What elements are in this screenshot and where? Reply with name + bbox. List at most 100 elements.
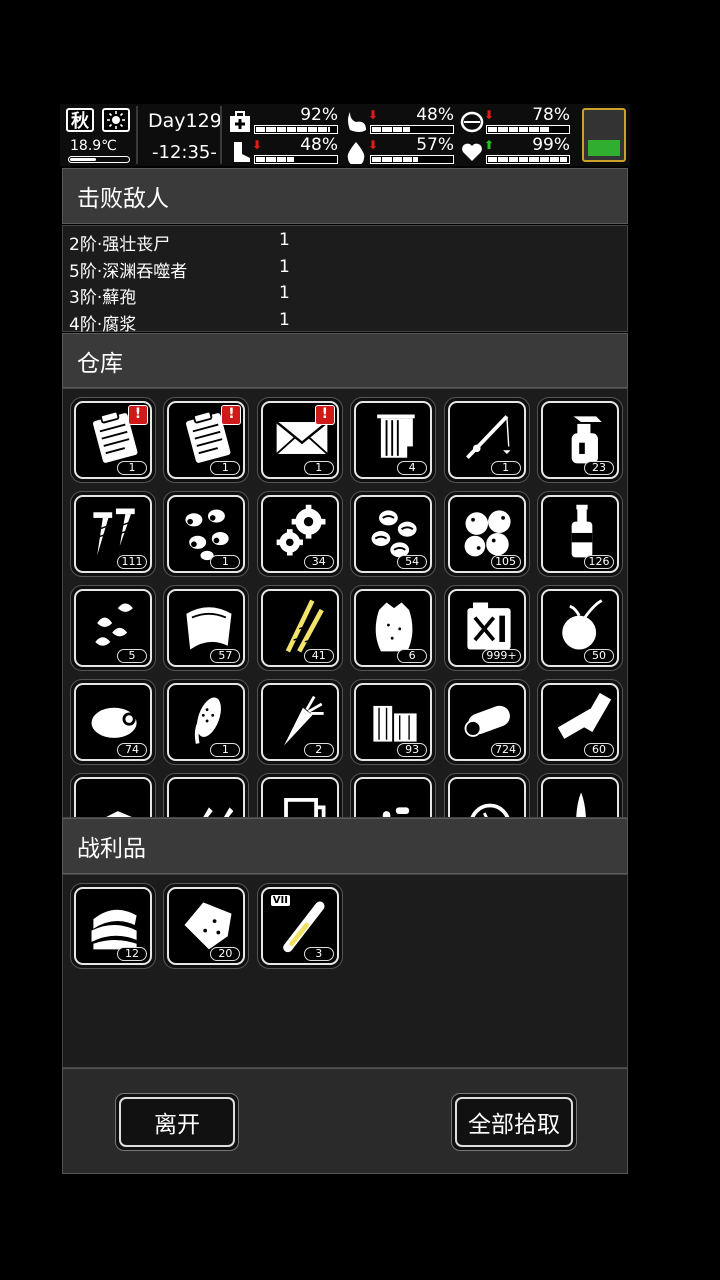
leave-button[interactable]: 离开 [115,1093,239,1151]
item-slot[interactable]: 5 [70,585,156,671]
warehouse-panel[interactable]: 1! 1! 1! 4 1 23 111 1 34 54 105 126 5 57 41 6 999+ 50 74 1 2… [62,388,628,818]
item-count: 41 [303,649,334,663]
battery-icon [557,692,612,739]
item-slot[interactable]: 41 [256,585,343,671]
corn-icon [195,697,222,744]
stat-bar [486,155,570,164]
item-slot[interactable]: 4 [350,397,437,483]
item-slot[interactable] [350,773,437,817]
trend-down-icon: ⬇ [368,108,379,122]
enemy-name: 4阶·腐浆 [69,314,137,335]
item-slot[interactable]: 54 [350,491,437,577]
item-slot[interactable]: 74 [70,679,156,765]
onion-icon [562,599,603,650]
stat-mood: ⬇ 78% [460,105,574,136]
sunflower-seeds-icon [95,603,133,646]
item-slot[interactable]: 724 [443,679,530,765]
item-count: 126 [583,555,614,569]
sun-icon [102,108,130,132]
trend-down-icon: ⬇ [368,138,379,152]
item-slot[interactable]: 111 [70,491,156,577]
enemy-count: 1 [279,256,290,277]
temperature-text: 18.9℃ [70,138,117,154]
enemy-count: 1 [279,309,290,330]
seeds-icon [185,509,230,561]
meat-icon [91,707,137,738]
take-all-button[interactable]: 全部拾取 [451,1093,577,1151]
wheat-icon [285,599,324,653]
water-drop-icon [347,142,365,164]
towel-rack-icon [377,414,415,458]
item-slot[interactable]: 126 [536,491,623,577]
item-slot[interactable]: 6 [350,585,437,671]
trend-down-icon: ⬇ [252,138,263,152]
enemy-row: 2阶·强壮丧尸 1 [69,230,469,256]
item-slot[interactable]: 50 [536,585,623,671]
wood-icon [373,705,417,742]
item-count: 60 [583,743,614,757]
alert-badge: ! [221,405,242,425]
item-slot[interactable]: 57 [163,585,250,671]
gears-icon [276,504,326,556]
item-slot[interactable] [70,773,156,817]
action-bar: 离开 全部拾取 [62,1068,628,1174]
enemy-row: 3阶·蘚孢 1 [69,283,469,309]
item-slot[interactable]: 12 [70,883,156,969]
loot-panel: 12 20 VII 3 [62,874,628,1068]
item-slot[interactable]: 1 [163,679,250,765]
stat-health: 92% [228,105,342,136]
item-slot[interactable]: 1! [256,397,343,483]
season-badge: 秋 [66,108,94,132]
item-count: 6 [397,649,428,663]
item-slot[interactable]: 1! [163,397,250,483]
enemy-row: 5阶·深渊吞噬者 1 [69,257,469,283]
item-count: 1 [117,461,147,475]
stat-hunger: ⬇ 48% [344,105,458,136]
tier-tag: VII [270,895,290,906]
item-slot[interactable]: 93 [350,679,437,765]
item-slot[interactable]: 2 [256,679,343,765]
fuel-can-icon [466,602,511,650]
item-count: 57 [210,649,241,663]
warehouse-title: 仓库 [77,350,123,377]
item-slot[interactable]: 20 [163,883,250,969]
stat-stamina: ⬇ 48% [228,135,342,166]
enemy-name: 2阶·强壮丧尸 [69,235,171,255]
enemy-count: 1 [279,283,290,303]
leave-button-label: 离开 [119,1097,235,1147]
item-slot[interactable] [443,773,530,817]
item-slot[interactable] [256,773,343,817]
meat-chunk-icon [184,902,232,950]
alert-badge: ! [314,405,335,425]
loot-header: 战利品 [62,818,628,874]
item-slot[interactable]: 60 [536,679,623,765]
stat-bar [254,155,338,164]
alert-badge: ! [128,405,148,425]
item-count: 1 [303,461,334,475]
knife-icon [576,792,586,817]
take-all-button-label: 全部拾取 [455,1097,573,1147]
clock-text: -12:35- [152,142,217,163]
item-slot[interactable]: 1 [443,397,530,483]
warehouse-header: 仓库 [62,333,628,388]
pills-icon [382,807,410,817]
item-count: 34 [303,555,334,569]
item-slot[interactable]: 105 [443,491,530,577]
enemy-name: 5阶·深渊吞噬者 [69,261,188,282]
item-slot[interactable]: VII 3 [256,883,343,969]
day-counter: Day129 [148,110,222,132]
trend-up-icon: ⬆ [484,138,495,152]
item-slot[interactable]: 34 [256,491,343,577]
paper-icon [106,811,132,817]
item-slot[interactable]: 1! [70,397,156,483]
boot-icon [234,142,250,162]
item-count: 23 [583,461,614,475]
item-slot[interactable]: 999+ [443,585,530,671]
item-slot[interactable]: 1 [163,491,250,577]
beaker-icon [283,798,326,817]
item-count: 93 [397,743,428,757]
item-slot[interactable] [163,773,250,817]
item-slot[interactable] [536,773,623,817]
stat-value: 99% [532,135,570,155]
item-slot[interactable]: 23 [536,397,623,483]
